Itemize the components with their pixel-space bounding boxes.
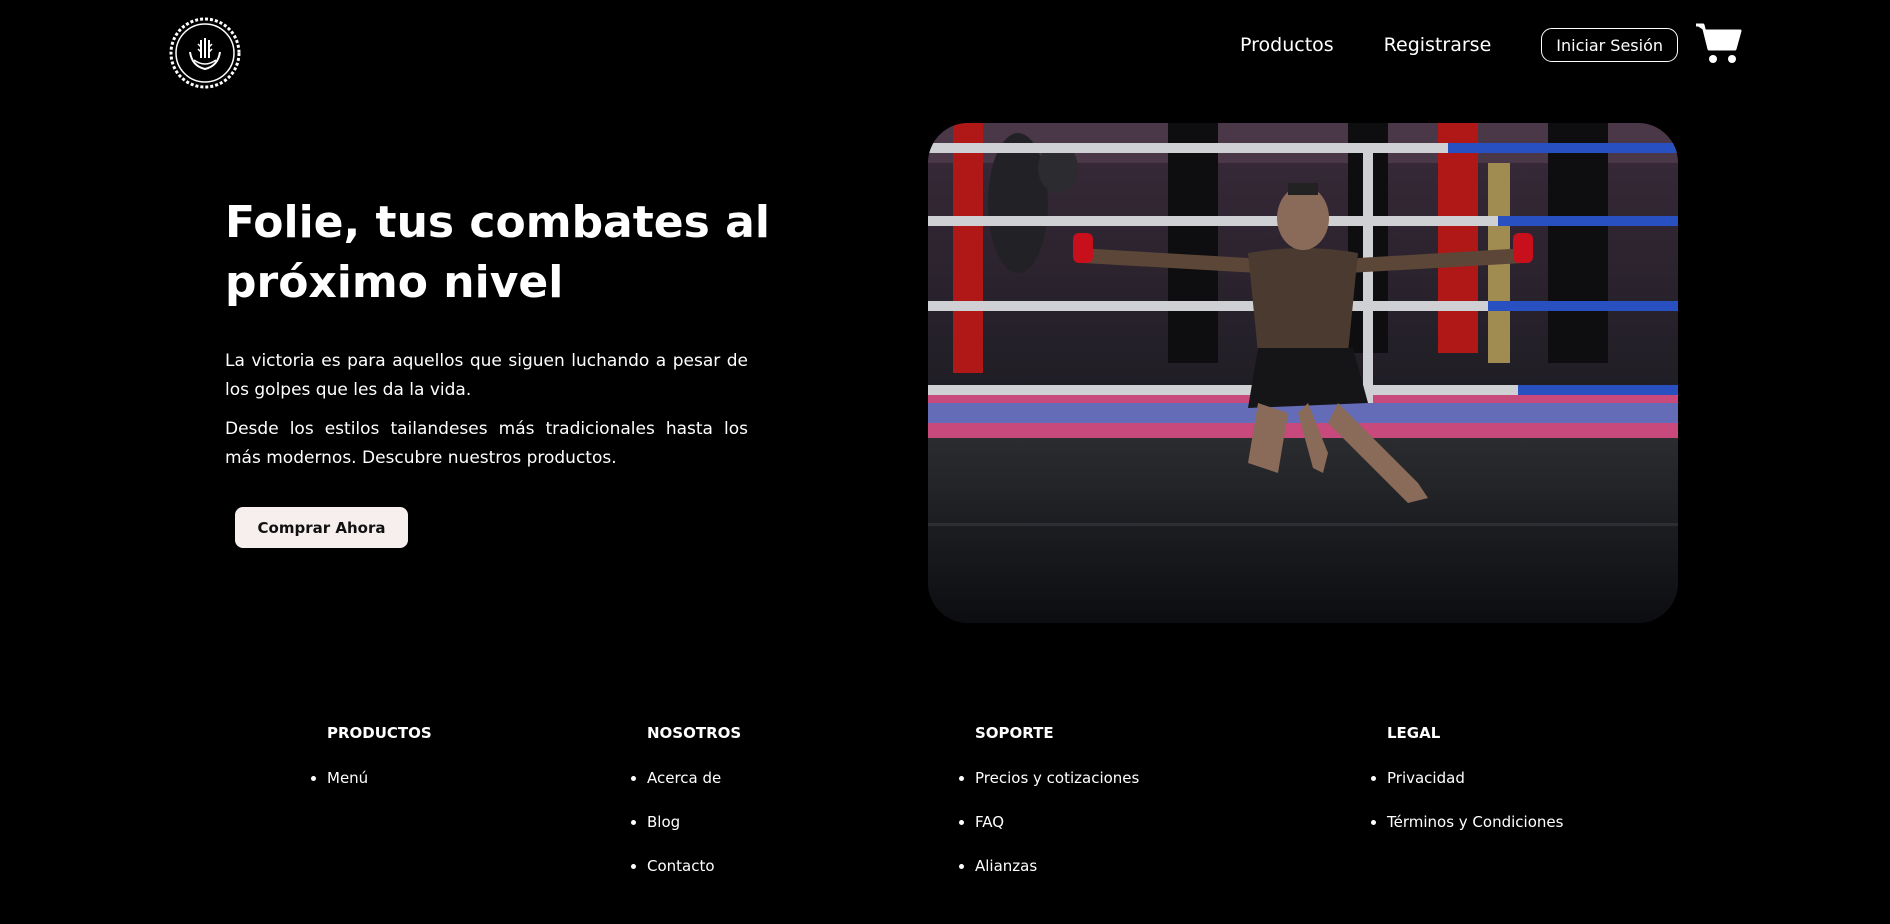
login-button[interactable]: Iniciar Sesión — [1541, 28, 1678, 62]
buy-now-button[interactable]: Comprar Ahora — [235, 507, 408, 548]
hero-title: Folie, tus combates al próximo nivel — [225, 197, 770, 308]
wheat-laurel-logo-icon — [169, 17, 241, 89]
brand-logo[interactable] — [168, 16, 242, 90]
nav-link-productos[interactable]: Productos — [1240, 34, 1334, 56]
footer-link-precios[interactable]: Precios y cotizaciones — [975, 768, 1139, 788]
footer-heading: NOSOTROS — [647, 724, 742, 742]
footer-heading: SOPORTE — [975, 724, 1054, 742]
footer-heading: LEGAL — [1387, 724, 1441, 742]
footer-link-privacidad[interactable]: Privacidad — [1387, 768, 1563, 788]
footer-link-blog[interactable]: Blog — [647, 812, 741, 832]
hero-paragraph-2: Desde los estilos tailandeses más tradic… — [225, 419, 748, 468]
footer-link-contacto[interactable]: Contacto — [647, 856, 741, 876]
footer-link-acerca-de[interactable]: Acerca de — [647, 768, 741, 788]
footer-column-nosotros: NOSOTROS Acerca de Blog Contacto — [647, 724, 741, 900]
main-nav: Productos Registrarse Iniciar Sesión — [1240, 27, 1678, 63]
footer-link-menu[interactable]: Menú — [327, 768, 432, 788]
shopping-cart-icon — [1696, 23, 1742, 63]
hero-photo — [928, 123, 1678, 623]
footer-link-terminos[interactable]: Términos y Condiciones — [1387, 812, 1563, 832]
footer-column-legal: LEGAL Privacidad Términos y Condiciones — [1387, 724, 1563, 856]
hero-paragraph-1: La victoria es para aquellos que siguen … — [225, 351, 748, 400]
footer-heading: PRODUCTOS — [327, 724, 432, 742]
footer-column-productos: PRODUCTOS Menú — [327, 724, 432, 812]
nav-link-registrarse[interactable]: Registrarse — [1384, 34, 1492, 56]
footer-column-soporte: SOPORTE Precios y cotizaciones FAQ Alian… — [975, 724, 1139, 900]
cart-button[interactable] — [1694, 21, 1742, 67]
footer-link-alianzas[interactable]: Alianzas — [975, 856, 1139, 876]
footer-link-faq[interactable]: FAQ — [975, 812, 1139, 832]
